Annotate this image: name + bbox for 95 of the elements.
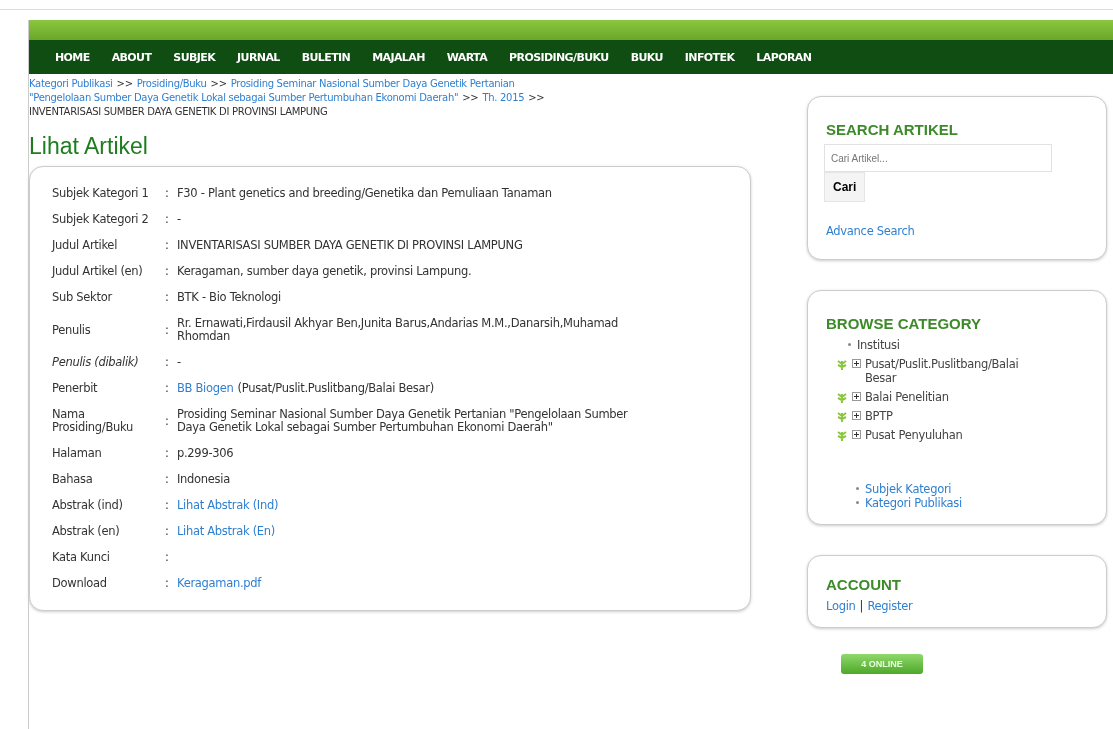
colon: : xyxy=(165,414,170,428)
category-link[interactable]: Subjek Kategori xyxy=(865,482,952,496)
panel-title: SEARCH ARTIKEL xyxy=(826,121,959,138)
nav-item[interactable]: JURNAL xyxy=(237,50,280,64)
field-label: Penulis xyxy=(52,323,92,337)
plant-icon xyxy=(836,410,848,422)
colon: : xyxy=(165,447,170,460)
link[interactable]: Keragaman.pdf xyxy=(177,577,262,590)
field-label: Judul Artikel xyxy=(52,239,119,252)
field-label: Download xyxy=(52,577,108,590)
search-button[interactable]: Cari xyxy=(824,172,866,202)
colon: : xyxy=(165,291,170,304)
nav-item[interactable]: HOME xyxy=(55,50,90,64)
value-text: F30 - Plant genetics and breeding/Genetika dan Pemuliaan Tanaman xyxy=(177,187,552,200)
link[interactable]: Lihat Abstrak (En) xyxy=(177,525,275,538)
colon: : xyxy=(165,265,170,278)
page-title: Lihat Artikel xyxy=(29,133,149,160)
colon: : xyxy=(165,525,170,538)
separator: | xyxy=(859,599,864,613)
field-label: Abstrak (en) xyxy=(52,525,121,538)
nav-item[interactable]: PROSIDING/BUKU xyxy=(509,50,609,64)
value-text: - xyxy=(177,213,181,226)
nav-item[interactable]: BULETIN xyxy=(301,50,351,64)
search-field[interactable]: Cari Artikel... xyxy=(824,144,1052,172)
field-label: Kata Kunci xyxy=(52,551,111,564)
tree-item[interactable]: Pusat Penyuluhan xyxy=(865,428,1040,442)
field-label: Nama Prosiding/Buku xyxy=(52,408,134,434)
value-text: BTK - Bio Teknologi xyxy=(177,291,281,304)
colon: : xyxy=(165,213,170,226)
panel-title: ACCOUNT xyxy=(826,576,902,593)
expand-icon[interactable] xyxy=(852,392,861,401)
link[interactable]: Prosiding/Buku xyxy=(136,77,207,91)
category-link[interactable]: Kategori Publikasi xyxy=(865,496,962,510)
nav-item[interactable]: LAPORAN xyxy=(756,50,812,64)
register-link[interactable]: Register xyxy=(867,599,913,613)
value-text: INVENTARISASI SUMBER DAYA GENETIK DI PROVINSI LAMPUNG xyxy=(29,105,328,119)
plant-icon xyxy=(836,391,848,403)
separator: >> xyxy=(462,91,479,105)
value-text: Rr. Ernawati,Firdausil Akhyar Ben,Junita Barus,Andarias M.M.,Danarsih,Muhamad Rhomdan xyxy=(177,317,620,343)
nav-item[interactable]: INFOTEK xyxy=(684,50,735,64)
field-label: Bahasa xyxy=(52,473,94,486)
value-text: Indonesia xyxy=(177,473,230,486)
field-label: Subjek Kategori 2 xyxy=(52,213,150,226)
colon: : xyxy=(165,473,170,486)
nav-item[interactable]: MAJALAH xyxy=(372,50,425,64)
colon: : xyxy=(165,499,170,512)
value-text: p.299-306 xyxy=(177,447,234,460)
colon: : xyxy=(165,239,170,252)
expand-icon[interactable] xyxy=(852,359,861,368)
bullet-icon xyxy=(856,501,859,504)
nav-item[interactable]: WARTA xyxy=(446,50,488,64)
advance-search-link[interactable]: Advance Search xyxy=(826,224,915,238)
link[interactable]: Prosiding Seminar Nasional Sumber Daya Genetik Pertanian xyxy=(230,77,515,91)
field-label: Abstrak (ind) xyxy=(52,499,124,512)
field-label: Sub Sektor xyxy=(52,291,114,304)
tree-item[interactable]: Balai Penelitian xyxy=(865,390,1040,404)
plant-icon xyxy=(836,358,848,370)
plant-icon xyxy=(836,429,848,441)
nav-item[interactable]: SUBJEK xyxy=(173,50,216,64)
separator: >> xyxy=(210,77,227,91)
field-label: Penulis (dibalik) xyxy=(52,356,140,369)
link[interactable]: BB Biogen xyxy=(177,382,234,395)
field-label: Judul Artikel (en) xyxy=(52,265,144,278)
colon: : xyxy=(165,577,170,590)
field-label: Subjek Kategori 1 xyxy=(52,187,150,200)
nav-item[interactable]: BUKU xyxy=(630,50,663,64)
bullet-icon xyxy=(848,343,851,346)
value-text: INVENTARISASI SUMBER DAYA GENETIK DI PROVINSI LAMPUNG xyxy=(177,239,523,252)
expand-icon[interactable] xyxy=(852,411,861,420)
link[interactable]: Lihat Abstrak (Ind) xyxy=(177,499,279,512)
tree-item[interactable]: Institusi xyxy=(857,338,900,352)
separator: >> xyxy=(528,91,545,105)
panel-title: BROWSE CATEGORY xyxy=(826,315,982,332)
field-label: Penerbit xyxy=(52,382,99,395)
online-badge: 4 ONLINE xyxy=(841,654,923,674)
colon: : xyxy=(165,323,170,337)
colon: : xyxy=(165,356,170,369)
tree-item[interactable]: BPTP xyxy=(865,409,1040,423)
tree-item[interactable]: Pusat/Puslit.Puslitbang/Balai Besar xyxy=(865,357,1040,385)
login-link[interactable]: Login xyxy=(826,599,856,613)
separator: >> xyxy=(116,77,133,91)
nav-item[interactable]: ABOUT xyxy=(111,50,152,64)
link[interactable]: Th. 2015 xyxy=(482,91,525,105)
value-text: (Pusat/Puslit.Puslitbang/Balai Besar) xyxy=(237,382,434,395)
value-text: Prosiding Seminar Nasional Sumber Daya Genetik Pertanian "Pengelolaan Sumber Daya Genetik Lokal sebagai Sumber Pertumbuhan Ekonomi Daerah" xyxy=(177,408,629,434)
value-text: - xyxy=(177,356,181,369)
bullet-icon xyxy=(856,487,859,490)
link[interactable]: Kategori Publikasi xyxy=(29,77,113,91)
link[interactable]: "Pengelolaan Sumber Daya Genetik Lokal sebagai Sumber Pertumbuhan Ekonomi Daerah" xyxy=(29,91,459,105)
colon: : xyxy=(165,187,170,200)
expand-icon[interactable] xyxy=(852,430,861,439)
colon: : xyxy=(165,551,170,564)
field-label: Halaman xyxy=(52,447,103,460)
colon: : xyxy=(165,382,170,395)
value-text: Keragaman, sumber daya genetik, provinsi Lampung. xyxy=(177,265,472,278)
